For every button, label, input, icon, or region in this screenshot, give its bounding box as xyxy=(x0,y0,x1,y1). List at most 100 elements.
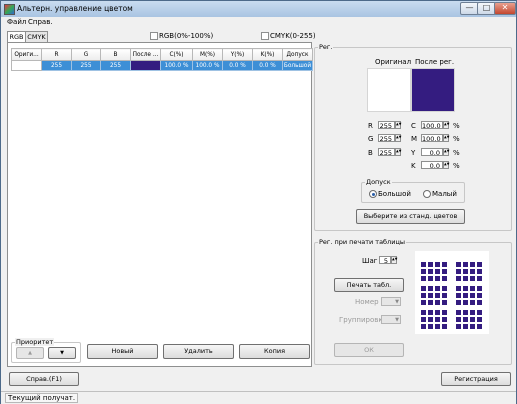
preview-swatch xyxy=(463,269,468,274)
preview-swatch xyxy=(470,293,475,298)
preview-swatch xyxy=(470,262,475,267)
preview-swatch xyxy=(421,317,426,322)
preview-swatch xyxy=(477,310,482,315)
new-button[interactable]: Новый xyxy=(87,344,158,359)
preview-swatch xyxy=(477,300,482,305)
cell-k[interactable]: 0.0 % xyxy=(252,60,283,71)
preview-swatch xyxy=(477,293,482,298)
preview-swatch xyxy=(442,269,447,274)
g-stepper[interactable]: ▲▼ xyxy=(395,134,401,142)
close-button[interactable]: ✕ xyxy=(494,2,516,15)
preview-swatch xyxy=(435,324,440,329)
status-text: Текущий получат. xyxy=(5,393,79,403)
c-input[interactable]: 100.0 xyxy=(421,121,443,130)
cell-tolerance[interactable]: Большой xyxy=(282,60,313,71)
cell-c[interactable]: 100.0 % xyxy=(160,60,193,71)
cell-g[interactable]: 255 xyxy=(71,60,101,71)
app-icon xyxy=(4,4,15,15)
preview-swatch xyxy=(477,286,482,291)
menu-help[interactable]: Справ. xyxy=(28,18,53,26)
preview-swatch xyxy=(463,262,468,267)
preview-swatch xyxy=(428,269,433,274)
table-row[interactable]: 255 255 255 100.0 % 100.0 % 0.0 % 0.0 % … xyxy=(11,60,313,71)
select-standard-colors-button[interactable]: Выберите из станд. цветов xyxy=(356,209,465,224)
cmyk-range-checkbox[interactable] xyxy=(261,32,269,40)
tolerance-small-radio[interactable] xyxy=(423,190,431,198)
ok-button[interactable]: ОК xyxy=(334,343,404,357)
r-input[interactable]: 255 xyxy=(378,121,395,130)
b-stepper[interactable]: ▲▼ xyxy=(395,148,401,156)
b-input[interactable]: 255 xyxy=(378,148,395,157)
col-original[interactable]: Ориги... xyxy=(11,48,42,61)
c-stepper[interactable]: ▲▼ xyxy=(443,121,449,129)
col-tolerance[interactable]: Допуск xyxy=(282,48,313,61)
tolerance-large-radio[interactable] xyxy=(369,190,377,198)
cell-r[interactable]: 255 xyxy=(41,60,72,71)
preview-swatch xyxy=(421,269,426,274)
step-input[interactable]: 5 xyxy=(379,256,391,265)
preview-swatch xyxy=(456,317,461,322)
col-g[interactable]: G xyxy=(71,48,101,61)
preview-swatch xyxy=(442,300,447,305)
number-select[interactable]: ▼ xyxy=(381,297,401,306)
preview-swatch xyxy=(435,262,440,267)
preview-swatch xyxy=(428,262,433,267)
k-percent: % xyxy=(453,162,460,170)
g-label: G xyxy=(368,135,374,143)
col-after[interactable]: После ... xyxy=(130,48,161,61)
cell-after-swatch[interactable] xyxy=(130,60,161,71)
help-button[interactable]: Справ.(F1) xyxy=(9,372,79,386)
y-input[interactable]: 0.0 xyxy=(421,148,443,157)
y-stepper[interactable]: ▲▼ xyxy=(443,148,449,156)
cell-b[interactable]: 255 xyxy=(100,60,131,71)
k-stepper[interactable]: ▲▼ xyxy=(443,161,449,169)
col-r[interactable]: R xyxy=(41,48,72,61)
delete-button[interactable]: Удалить xyxy=(163,344,234,359)
preview-swatch xyxy=(477,269,482,274)
priority-down-button[interactable]: ▼ xyxy=(48,347,76,359)
preview-swatch xyxy=(421,286,426,291)
m-stepper[interactable]: ▲▼ xyxy=(443,134,449,142)
preview-swatch xyxy=(456,269,461,274)
rgb-tab-panel xyxy=(7,42,312,367)
m-input[interactable]: 100.0 xyxy=(421,134,443,143)
preview-swatch xyxy=(456,276,461,281)
preview-swatch xyxy=(442,317,447,322)
col-k[interactable]: K(%) xyxy=(252,48,283,61)
grouping-select[interactable]: ▼ xyxy=(381,315,401,324)
status-bar: Текущий получат. xyxy=(1,391,516,404)
preview-swatch xyxy=(463,300,468,305)
preview-swatch xyxy=(421,324,426,329)
k-input[interactable]: 0.0 xyxy=(421,161,443,170)
r-stepper[interactable]: ▲▼ xyxy=(395,121,401,129)
print-table-title: Рег. при печати таблицы xyxy=(318,238,406,246)
register-button[interactable]: Регистрация xyxy=(441,372,511,386)
cell-y[interactable]: 0.0 % xyxy=(222,60,253,71)
copy-button[interactable]: Копия xyxy=(239,344,310,359)
priority-up-button[interactable]: ▲ xyxy=(16,347,44,359)
preview-swatch xyxy=(428,276,433,281)
print-table-button[interactable]: Печать табл. xyxy=(334,278,404,292)
preview-swatch xyxy=(477,324,482,329)
col-m[interactable]: M(%) xyxy=(192,48,223,61)
preview-swatch xyxy=(428,310,433,315)
tab-cmyk[interactable]: CMYK xyxy=(25,31,48,42)
step-stepper[interactable]: ▲▼ xyxy=(391,256,397,264)
cell-m[interactable]: 100.0 % xyxy=(192,60,223,71)
preview-swatch xyxy=(442,262,447,267)
y-percent: % xyxy=(453,149,460,157)
m-label: M xyxy=(411,135,418,143)
preview-swatch xyxy=(463,324,468,329)
preview-swatch xyxy=(477,317,482,322)
menu-file[interactable]: Файл xyxy=(7,18,26,26)
rgb-percent-checkbox[interactable] xyxy=(150,32,158,40)
cell-original-swatch[interactable] xyxy=(11,60,42,71)
col-y[interactable]: Y(%) xyxy=(222,48,253,61)
col-b[interactable]: B xyxy=(100,48,131,61)
b-label: B xyxy=(368,149,373,157)
m-percent: % xyxy=(453,135,460,143)
preview-swatch xyxy=(421,310,426,315)
preview-swatch xyxy=(435,269,440,274)
g-input[interactable]: 255 xyxy=(378,134,395,143)
col-c[interactable]: C(%) xyxy=(160,48,193,61)
